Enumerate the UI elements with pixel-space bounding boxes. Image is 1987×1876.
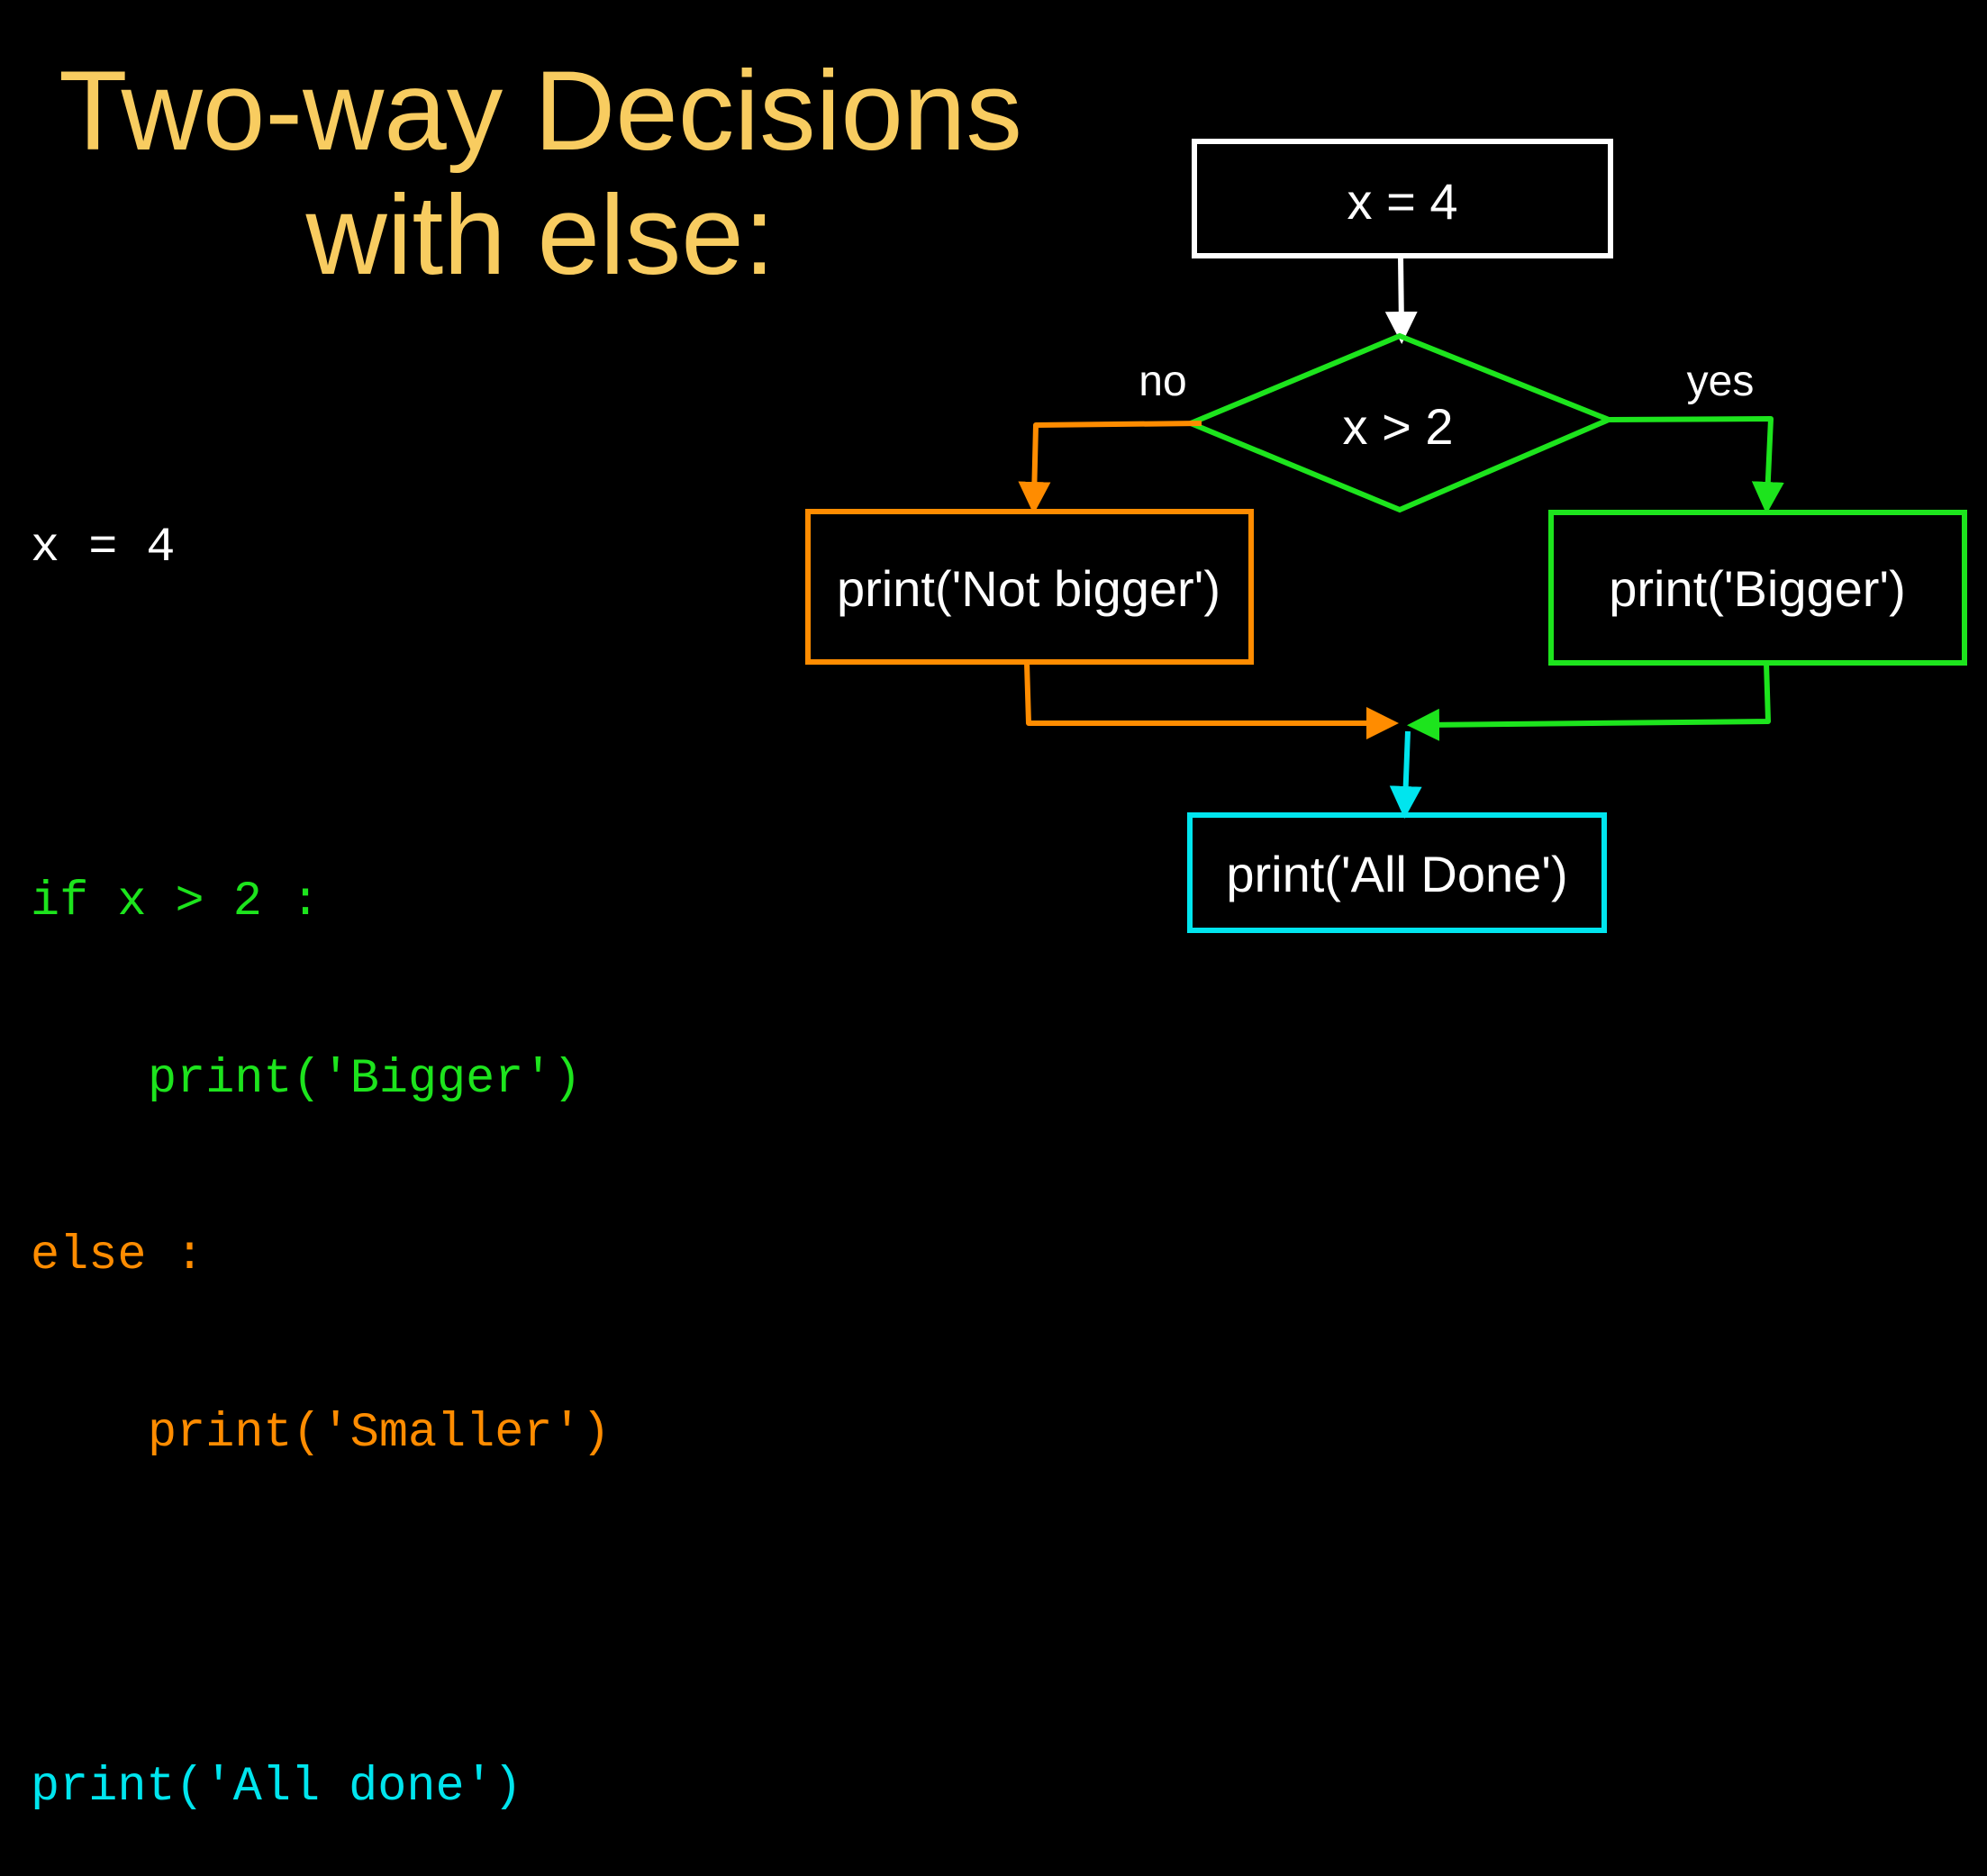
code-line-print-all-done: print('All done') <box>31 1759 522 1815</box>
decision-label: x > 2 <box>1343 398 1454 455</box>
yes-branch-arrow <box>1608 416 1784 514</box>
code-line-print-bigger: print('Bigger') <box>148 1051 582 1107</box>
start-to-decision-arrow <box>1384 256 1418 344</box>
flowchart: x = 4 x > 2 no yes print('Not bigger') p… <box>805 139 1967 933</box>
not-bigger-merge-arrow <box>1024 662 1399 739</box>
bigger-merge-arrow <box>1407 662 1771 741</box>
no-branch-label: no <box>1139 358 1186 405</box>
all-done-label: print('All Done') <box>1226 846 1567 902</box>
yes-branch-label: yes <box>1687 358 1755 405</box>
merge-to-all-done-arrow <box>1389 730 1422 819</box>
no-branch-arrow <box>1018 421 1202 514</box>
not-bigger-label: print('Not bigger') <box>837 560 1220 617</box>
start-box-label: x = 4 <box>1347 173 1458 230</box>
code-line-else: else : <box>31 1228 204 1283</box>
code-line-print-smaller: print('Smaller') <box>148 1405 611 1461</box>
bigger-label: print('Bigger') <box>1609 560 1906 617</box>
